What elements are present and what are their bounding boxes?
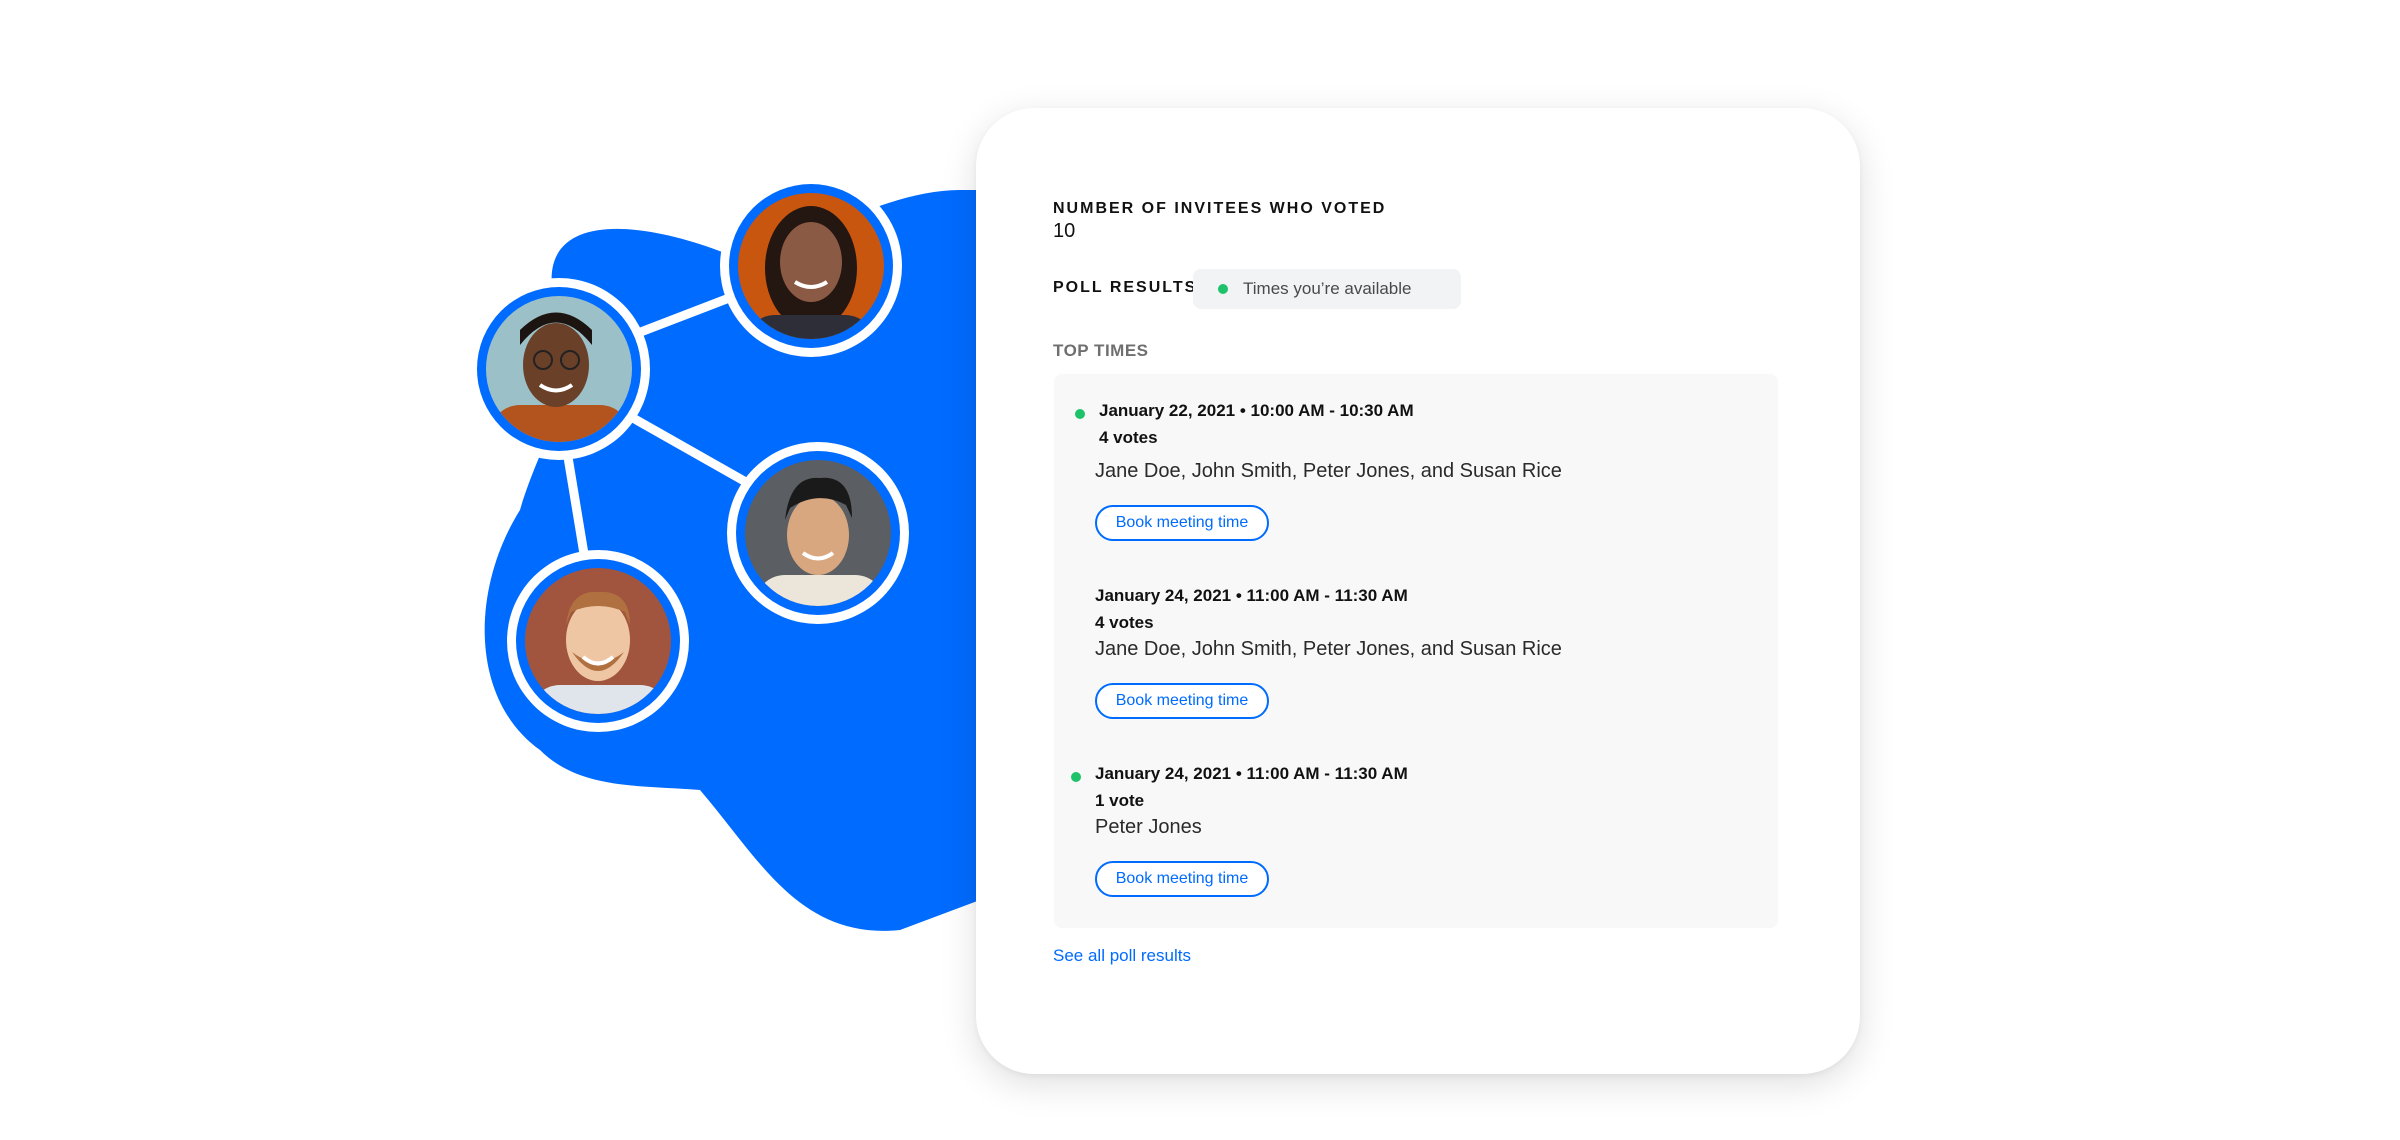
slot-votes: 1 vote xyxy=(1095,791,1145,810)
invitees-voted-label: NUMBER OF INVITEES WHO VOTED xyxy=(1053,200,1387,217)
poll-results-label: POLL RESULTS xyxy=(1053,279,1198,296)
slot-votes: 4 votes xyxy=(1099,428,1158,447)
book-meeting-button[interactable]: Book meeting time xyxy=(1095,505,1269,541)
slot-time: January 22, 2021 • 10:00 AM - 10:30 AM xyxy=(1099,401,1414,420)
top-times-label: TOP TIMES xyxy=(1053,341,1149,360)
slot-voters: Jane Doe, John Smith, Peter Jones, and S… xyxy=(1095,638,1562,660)
available-dot-icon xyxy=(1075,409,1085,419)
top-times-list: January 22, 2021 • 10:00 AM - 10:30 AM 4… xyxy=(1054,374,1778,928)
book-meeting-button[interactable]: Book meeting time xyxy=(1095,683,1269,719)
poll-results-card: NUMBER OF INVITEES WHO VOTED 10 POLL RES… xyxy=(976,108,1860,1074)
available-dot-icon xyxy=(1071,772,1081,782)
legend-label: Times you’re available xyxy=(1243,279,1412,298)
invitees-voted-count: 10 xyxy=(1053,220,1076,242)
available-dot-icon xyxy=(1218,284,1228,294)
slot-voters: Peter Jones xyxy=(1095,816,1202,838)
slot-time: January 24, 2021 • 11:00 AM - 11:30 AM xyxy=(1095,764,1408,783)
availability-legend: Times you’re available xyxy=(1193,269,1461,309)
see-all-results-link[interactable]: See all poll results xyxy=(1053,946,1191,966)
slot-time: January 24, 2021 • 11:00 AM - 11:30 AM xyxy=(1095,586,1408,605)
slot-votes: 4 votes xyxy=(1095,613,1154,632)
book-meeting-button[interactable]: Book meeting time xyxy=(1095,861,1269,897)
slot-voters: Jane Doe, John Smith, Peter Jones, and S… xyxy=(1095,460,1562,482)
